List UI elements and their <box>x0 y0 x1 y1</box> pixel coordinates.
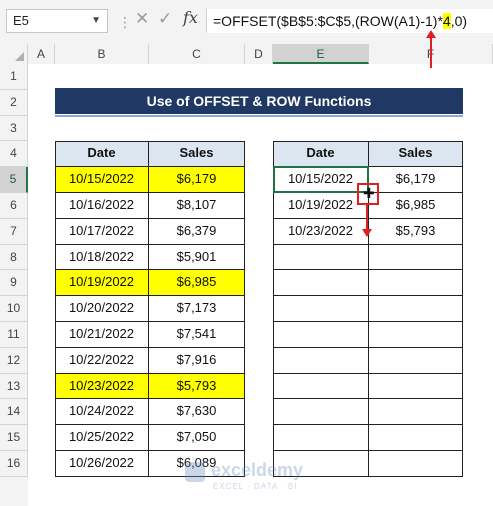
source-table-header-sales[interactable]: Sales <box>149 141 245 168</box>
source-table-cell-sales[interactable]: $5,793 <box>149 373 245 400</box>
row-header-4[interactable]: 4 <box>0 141 28 168</box>
select-all-button[interactable] <box>0 44 28 64</box>
row-header-3[interactable]: 3 <box>0 115 28 142</box>
result-table-cell-sales[interactable] <box>369 451 463 477</box>
result-table-cell-sales[interactable] <box>369 399 463 426</box>
result-table-cell-date[interactable] <box>273 322 369 348</box>
result-table-cell-sales[interactable] <box>369 244 463 271</box>
source-table-cell-sales[interactable]: $8,107 <box>149 193 245 219</box>
formula-bar: E5 ▼ ⋮ ✕ ✓ fx =OFFSET($B$5:$C$5,(ROW(A1)… <box>0 0 493 44</box>
source-table-cell-date[interactable]: 10/21/2022 <box>55 322 149 348</box>
row-header-7[interactable]: 7 <box>0 218 28 245</box>
result-table-cell-sales[interactable]: $6,985 <box>369 193 463 219</box>
result-table-cell-sales[interactable]: $5,793 <box>369 218 463 245</box>
result-table-cell-sales[interactable] <box>369 347 463 374</box>
column-header-d[interactable]: D <box>245 44 273 64</box>
result-table-cell-sales[interactable] <box>369 373 463 400</box>
source-table-cell-date[interactable]: 10/24/2022 <box>55 399 149 426</box>
row-header-14[interactable]: 14 <box>0 399 28 426</box>
result-table-cell-date[interactable]: 10/23/2022 <box>273 218 369 245</box>
formula-input[interactable]: =OFFSET($B$5:$C$5,(ROW(A1)-1)*4,0) <box>206 9 493 33</box>
result-table-cell-date[interactable] <box>273 373 369 400</box>
source-table-cell-sales[interactable]: $7,173 <box>149 296 245 322</box>
result-table-cell-sales[interactable] <box>369 296 463 322</box>
row-header-10[interactable]: 10 <box>0 296 28 322</box>
drag-handle-icon[interactable]: ⋮ <box>118 14 132 31</box>
source-table-cell-date[interactable]: 10/16/2022 <box>55 193 149 219</box>
watermark-name: exceldemy <box>211 460 304 480</box>
watermark-subtitle: EXCEL · DATA · BI <box>213 482 298 491</box>
source-table-cell-sales[interactable]: $6,379 <box>149 218 245 245</box>
name-box-value: E5 <box>13 13 29 28</box>
result-table-cell-date[interactable]: 10/19/2022 <box>273 193 369 219</box>
formula-highlight: 4 <box>442 13 451 29</box>
column-headers: ABCDEF <box>0 44 493 64</box>
row-header-9[interactable]: 9 <box>0 270 28 297</box>
source-table-cell-sales[interactable]: $7,630 <box>149 399 245 426</box>
source-table-cell-date[interactable]: 10/19/2022 <box>55 270 149 297</box>
title-underline <box>55 115 463 117</box>
row-header-12[interactable]: 12 <box>0 347 28 374</box>
result-table-cell-date[interactable] <box>273 270 369 297</box>
result-table-cell-date[interactable] <box>273 399 369 426</box>
result-table-header-sales[interactable]: Sales <box>369 141 463 168</box>
arrow-up-annotation <box>426 30 436 68</box>
cancel-icon[interactable]: ✕ <box>135 9 149 29</box>
insert-function-icon[interactable]: fx <box>183 8 198 27</box>
result-table-header-date[interactable]: Date <box>273 141 369 168</box>
row-header-15[interactable]: 15 <box>0 425 28 451</box>
row-header-5[interactable]: 5 <box>0 167 28 193</box>
active-cell-outline <box>273 166 369 193</box>
source-table-cell-sales[interactable]: $5,901 <box>149 244 245 271</box>
source-table-cell-date[interactable]: 10/26/2022 <box>55 451 149 477</box>
source-table-cell-date[interactable]: 10/22/2022 <box>55 347 149 374</box>
row-header-6[interactable]: 6 <box>0 193 28 219</box>
result-table-cell-sales[interactable] <box>369 270 463 297</box>
source-table-cell-date[interactable]: 10/18/2022 <box>55 244 149 271</box>
result-table-cell-sales[interactable] <box>369 425 463 451</box>
enter-icon[interactable]: ✓ <box>158 9 172 29</box>
source-table-border-top <box>55 141 245 143</box>
result-table-cell-date[interactable] <box>273 296 369 322</box>
source-table-header-date[interactable]: Date <box>55 141 149 168</box>
exceldemy-logo-icon <box>185 462 205 482</box>
row-header-13[interactable]: 13 <box>0 373 28 400</box>
sheet-title: Use of OFFSET & ROW Functions <box>55 88 463 114</box>
row-header-2[interactable]: 2 <box>0 89 28 116</box>
chevron-down-icon[interactable]: ▼ <box>91 10 101 32</box>
row-header-16[interactable]: 16 <box>0 451 28 477</box>
result-table-cell-sales[interactable]: $6,179 <box>369 167 463 193</box>
watermark: exceldemy EXCEL · DATA · BI <box>185 460 305 496</box>
name-box[interactable]: E5 ▼ <box>6 9 108 33</box>
row-header-1[interactable]: 1 <box>0 64 28 90</box>
fill-handle-cursor-icon: ✚ <box>363 185 375 201</box>
formula-part-2: ,0) <box>450 13 468 29</box>
formula-part-1: =OFFSET($B$5:$C$5,(ROW(A1)-1)* <box>213 13 443 29</box>
source-table-cell-sales[interactable]: $7,050 <box>149 425 245 451</box>
row-headers: 1 2 3 4 5 6 7 8 9 10 11 12 13 14 15 16 <box>0 64 28 506</box>
source-table-cell-date[interactable]: 10/23/2022 <box>55 373 149 400</box>
source-table-cell-sales[interactable]: $7,916 <box>149 347 245 374</box>
source-table-cell-date[interactable]: 10/15/2022 <box>55 167 149 193</box>
result-table-border-top <box>273 141 463 143</box>
source-table-border-left <box>55 141 56 477</box>
source-table-cell-sales[interactable]: $6,179 <box>149 167 245 193</box>
source-table-cell-sales[interactable]: $6,985 <box>149 270 245 297</box>
column-header-a[interactable]: A <box>28 44 55 64</box>
row-header-11[interactable]: 11 <box>0 322 28 348</box>
result-table-cell-sales[interactable] <box>369 322 463 348</box>
source-table-cell-sales[interactable]: $7,541 <box>149 322 245 348</box>
result-table-cell-date[interactable] <box>273 425 369 451</box>
result-table-cell-date[interactable] <box>273 347 369 374</box>
arrow-down-annotation <box>362 205 372 237</box>
source-table-cell-date[interactable]: 10/20/2022 <box>55 296 149 322</box>
source-table-cell-date[interactable]: 10/17/2022 <box>55 218 149 245</box>
source-table-cell-date[interactable]: 10/25/2022 <box>55 425 149 451</box>
column-header-b[interactable]: B <box>55 44 149 64</box>
column-header-c[interactable]: C <box>149 44 245 64</box>
column-header-e[interactable]: E <box>273 44 369 64</box>
row-header-8[interactable]: 8 <box>0 244 28 271</box>
result-table-cell-date[interactable] <box>273 244 369 271</box>
